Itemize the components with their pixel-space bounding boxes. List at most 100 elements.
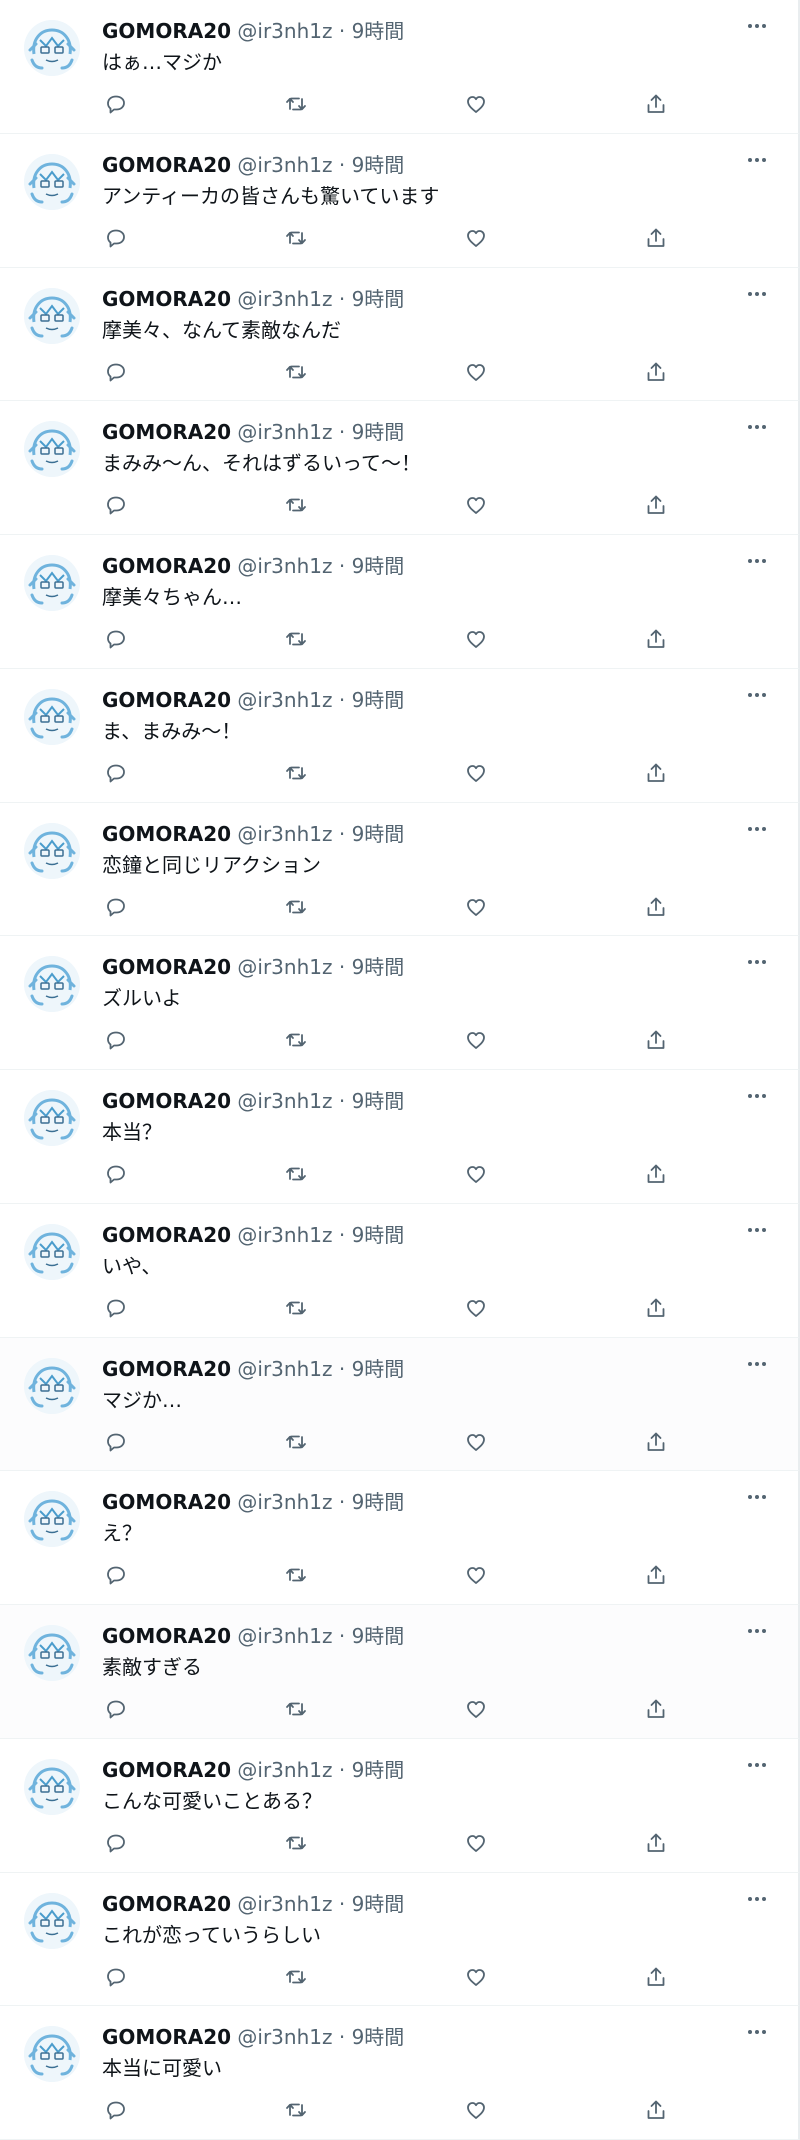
display-name[interactable]: GOMORA20 bbox=[102, 1892, 231, 1916]
tweet[interactable]: GOMORA20 @ir3nh1z · 9時間 はぁ…マジか bbox=[0, 0, 800, 134]
avatar[interactable] bbox=[24, 2026, 80, 2083]
user-handle[interactable]: @ir3nh1z bbox=[237, 822, 332, 846]
retweet-button[interactable] bbox=[280, 489, 312, 521]
tweet[interactable]: GOMORA20 @ir3nh1z · 9時間 ま、まみみ〜！ bbox=[0, 668, 800, 803]
retweet-button[interactable] bbox=[280, 1827, 312, 1859]
timestamp[interactable]: 9時間 bbox=[352, 955, 405, 979]
more-options-button[interactable] bbox=[742, 1887, 772, 1911]
timestamp[interactable]: 9時間 bbox=[352, 1624, 405, 1648]
share-button[interactable] bbox=[640, 1827, 672, 1859]
user-handle[interactable]: @ir3nh1z bbox=[237, 1892, 332, 1916]
display-name[interactable]: GOMORA20 bbox=[102, 2025, 231, 2049]
timestamp[interactable]: 9時間 bbox=[352, 287, 405, 311]
more-options-button[interactable] bbox=[742, 1619, 772, 1643]
retweet-button[interactable] bbox=[280, 891, 312, 923]
share-button[interactable] bbox=[640, 757, 672, 789]
tweet[interactable]: GOMORA20 @ir3nh1z · 9時間 まみみ〜ん、それはずるいって〜！ bbox=[0, 401, 800, 535]
tweet[interactable]: GOMORA20 @ir3nh1z · 9時間 アンティーカの皆さんも驚いていま… bbox=[0, 133, 800, 268]
avatar[interactable] bbox=[24, 1625, 80, 1681]
reply-button[interactable] bbox=[100, 489, 132, 521]
more-options-button[interactable] bbox=[742, 549, 772, 573]
display-name[interactable]: GOMORA20 bbox=[102, 554, 231, 578]
reply-button[interactable] bbox=[100, 1024, 132, 1056]
timestamp[interactable]: 9時間 bbox=[352, 1357, 405, 1381]
share-button[interactable] bbox=[640, 88, 672, 120]
retweet-button[interactable] bbox=[280, 1158, 312, 1190]
display-name[interactable]: GOMORA20 bbox=[102, 1089, 231, 1113]
tweet[interactable]: GOMORA20 @ir3nh1z · 9時間 本当？ bbox=[0, 1070, 800, 1204]
user-handle[interactable]: @ir3nh1z bbox=[237, 554, 332, 578]
like-button[interactable] bbox=[460, 356, 492, 388]
tweet[interactable]: GOMORA20 @ir3nh1z · 9時間 ズルいよ bbox=[0, 936, 800, 1070]
user-handle[interactable]: @ir3nh1z bbox=[237, 19, 332, 43]
avatar[interactable] bbox=[24, 1223, 80, 1280]
more-options-button[interactable] bbox=[742, 415, 772, 439]
retweet-button[interactable] bbox=[280, 1024, 312, 1056]
user-handle[interactable]: @ir3nh1z bbox=[237, 1089, 332, 1113]
more-options-button[interactable] bbox=[742, 683, 772, 707]
display-name[interactable]: GOMORA20 bbox=[102, 822, 231, 846]
share-button[interactable] bbox=[640, 356, 672, 388]
like-button[interactable] bbox=[460, 1693, 492, 1725]
reply-button[interactable] bbox=[100, 1426, 132, 1458]
timestamp[interactable]: 9時間 bbox=[352, 688, 405, 712]
like-button[interactable] bbox=[460, 1827, 492, 1859]
like-button[interactable] bbox=[460, 757, 492, 789]
timestamp[interactable]: 9時間 bbox=[352, 1490, 405, 1514]
display-name[interactable]: GOMORA20 bbox=[102, 287, 231, 311]
avatar[interactable] bbox=[24, 1892, 80, 1949]
like-button[interactable] bbox=[460, 1158, 492, 1190]
like-button[interactable] bbox=[460, 88, 492, 120]
share-button[interactable] bbox=[640, 2094, 672, 2126]
tweet[interactable]: GOMORA20 @ir3nh1z · 9時間 こんな可愛いことある？ bbox=[0, 1738, 800, 1873]
user-handle[interactable]: @ir3nh1z bbox=[237, 287, 332, 311]
user-handle[interactable]: @ir3nh1z bbox=[237, 955, 332, 979]
like-button[interactable] bbox=[460, 623, 492, 655]
display-name[interactable]: GOMORA20 bbox=[102, 1490, 231, 1514]
user-handle[interactable]: @ir3nh1z bbox=[237, 688, 332, 712]
share-button[interactable] bbox=[640, 623, 672, 655]
display-name[interactable]: GOMORA20 bbox=[102, 153, 231, 177]
reply-button[interactable] bbox=[100, 757, 132, 789]
reply-button[interactable] bbox=[100, 1292, 132, 1324]
like-button[interactable] bbox=[460, 1292, 492, 1324]
reply-button[interactable] bbox=[100, 88, 132, 120]
timestamp[interactable]: 9時間 bbox=[352, 1223, 405, 1247]
user-handle[interactable]: @ir3nh1z bbox=[237, 153, 332, 177]
like-button[interactable] bbox=[460, 2094, 492, 2126]
avatar[interactable] bbox=[24, 822, 80, 879]
tweet[interactable]: GOMORA20 @ir3nh1z · 9時間 本当に可愛い bbox=[0, 2006, 800, 2140]
more-options-button[interactable] bbox=[742, 282, 772, 306]
more-options-button[interactable] bbox=[742, 950, 772, 974]
timestamp[interactable]: 9時間 bbox=[352, 1892, 405, 1916]
share-button[interactable] bbox=[640, 489, 672, 521]
user-handle[interactable]: @ir3nh1z bbox=[237, 420, 332, 444]
more-options-button[interactable] bbox=[742, 1218, 772, 1242]
reply-button[interactable] bbox=[100, 1158, 132, 1190]
user-handle[interactable]: @ir3nh1z bbox=[237, 1357, 332, 1381]
tweet[interactable]: GOMORA20 @ir3nh1z · 9時間 え？ bbox=[0, 1471, 800, 1605]
retweet-button[interactable] bbox=[280, 757, 312, 789]
avatar[interactable] bbox=[24, 421, 80, 478]
retweet-button[interactable] bbox=[280, 623, 312, 655]
display-name[interactable]: GOMORA20 bbox=[102, 1758, 231, 1782]
share-button[interactable] bbox=[640, 1292, 672, 1324]
avatar[interactable] bbox=[24, 1758, 80, 1815]
more-options-button[interactable] bbox=[742, 1485, 772, 1509]
retweet-button[interactable] bbox=[280, 1426, 312, 1458]
tweet[interactable]: GOMORA20 @ir3nh1z · 9時間 素敵すぎる bbox=[0, 1605, 800, 1739]
avatar[interactable] bbox=[24, 688, 80, 745]
share-button[interactable] bbox=[640, 1158, 672, 1190]
share-button[interactable] bbox=[640, 1559, 672, 1591]
display-name[interactable]: GOMORA20 bbox=[102, 1223, 231, 1247]
like-button[interactable] bbox=[460, 891, 492, 923]
user-handle[interactable]: @ir3nh1z bbox=[237, 1624, 332, 1648]
avatar[interactable] bbox=[24, 1357, 80, 1414]
more-options-button[interactable] bbox=[742, 817, 772, 841]
share-button[interactable] bbox=[640, 1693, 672, 1725]
timestamp[interactable]: 9時間 bbox=[352, 1089, 405, 1113]
reply-button[interactable] bbox=[100, 623, 132, 655]
avatar[interactable] bbox=[24, 956, 80, 1013]
more-options-button[interactable] bbox=[742, 1084, 772, 1108]
tweet[interactable]: GOMORA20 @ir3nh1z · 9時間 摩美々ちゃん… bbox=[0, 535, 800, 669]
